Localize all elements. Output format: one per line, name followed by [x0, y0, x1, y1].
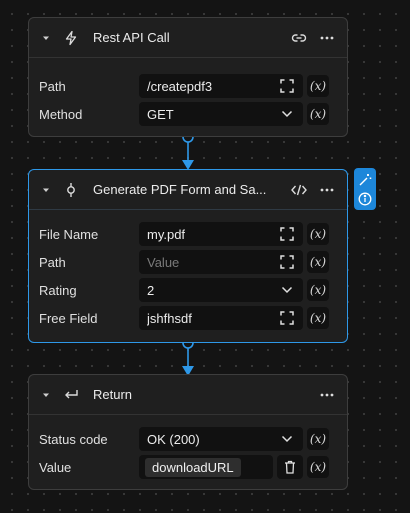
variable-button[interactable]: (x): [307, 223, 329, 245]
rating-label: Rating: [39, 282, 77, 298]
info-icon[interactable]: [358, 192, 372, 206]
file-name-input[interactable]: my.pdf: [139, 222, 303, 246]
trash-icon[interactable]: [277, 455, 303, 479]
file-name-value: my.pdf: [147, 226, 186, 242]
rating-value: 2: [147, 282, 155, 298]
node-header: Rest API Call: [29, 18, 347, 58]
link-icon[interactable]: [289, 28, 309, 48]
return-node[interactable]: Return Status code OK (200) (x) Value do…: [28, 374, 348, 490]
value-row: Value downloadURL (x): [39, 453, 337, 481]
free-field-input[interactable]: jshfhsdf: [139, 306, 303, 330]
path-label: Path: [39, 254, 66, 270]
collapse-caret-icon[interactable]: [39, 31, 53, 45]
value-input[interactable]: downloadURL: [139, 455, 273, 479]
expand-icon[interactable]: [279, 226, 295, 242]
node-title: Rest API Call: [93, 30, 170, 45]
variable-button[interactable]: (x): [307, 103, 329, 125]
value-label: Value: [39, 459, 72, 475]
variable-button[interactable]: (x): [307, 251, 329, 273]
method-label: Method: [39, 106, 83, 122]
more-options-icon[interactable]: [317, 28, 337, 48]
variable-chip[interactable]: downloadURL: [145, 457, 241, 477]
path-row: Path Value (x): [39, 248, 337, 276]
rating-row: Rating 2 (x): [39, 276, 337, 304]
chevron-down-icon: [279, 106, 295, 122]
status-code-label: Status code: [39, 431, 108, 447]
status-code-select[interactable]: OK (200): [139, 427, 303, 451]
status-code-value: OK (200): [147, 431, 200, 447]
node-header: Return: [29, 375, 347, 415]
rest-api-call-node[interactable]: Rest API Call Path /createpdf3 (x) Metho…: [28, 17, 348, 137]
path-input[interactable]: Value: [139, 250, 303, 274]
chevron-down-icon: [279, 282, 295, 298]
magic-wand-icon[interactable]: [358, 173, 372, 187]
node-title: Return: [93, 387, 133, 402]
more-options-icon[interactable]: [317, 385, 337, 405]
variable-button[interactable]: (x): [307, 75, 329, 97]
path-placeholder: Value: [147, 254, 180, 270]
variable-button[interactable]: (x): [307, 456, 329, 478]
method-select[interactable]: GET: [139, 102, 303, 126]
variable-button[interactable]: (x): [307, 307, 329, 329]
variable-button[interactable]: (x): [307, 428, 329, 450]
collapse-caret-icon[interactable]: [39, 388, 53, 402]
expand-icon[interactable]: [279, 310, 295, 326]
expand-icon[interactable]: [279, 254, 295, 270]
free-field-row: Free Field jshfhsdf (x): [39, 304, 337, 332]
code-icon[interactable]: [289, 180, 309, 200]
chevron-down-icon: [279, 431, 295, 447]
free-field-value: jshfhsdf: [147, 310, 192, 326]
rating-select[interactable]: 2: [139, 278, 303, 302]
path-input[interactable]: /createpdf3: [139, 74, 303, 98]
method-value: GET: [147, 106, 174, 122]
more-options-icon[interactable]: [317, 180, 337, 200]
bolt-icon: [63, 30, 79, 46]
method-row: Method GET (x): [39, 100, 337, 128]
node-side-toolbar: [354, 168, 376, 210]
variable-button[interactable]: (x): [307, 279, 329, 301]
path-label: Path: [39, 78, 66, 94]
expand-icon[interactable]: [279, 78, 295, 94]
free-field-label: Free Field: [39, 310, 98, 326]
return-arrow-icon: [63, 387, 79, 403]
file-name-label: File Name: [39, 226, 99, 242]
path-row: Path /createpdf3 (x): [39, 72, 337, 100]
node-header: Generate PDF Form and Sa...: [29, 170, 347, 210]
node-title: Generate PDF Form and Sa...: [93, 182, 267, 197]
path-value: /createpdf3: [147, 78, 213, 94]
commit-node-icon: [63, 182, 79, 198]
status-code-row: Status code OK (200) (x): [39, 425, 337, 453]
generate-pdf-node[interactable]: Generate PDF Form and Sa... File Name my…: [28, 169, 348, 343]
file-name-row: File Name my.pdf (x): [39, 220, 337, 248]
collapse-caret-icon[interactable]: [39, 183, 53, 197]
